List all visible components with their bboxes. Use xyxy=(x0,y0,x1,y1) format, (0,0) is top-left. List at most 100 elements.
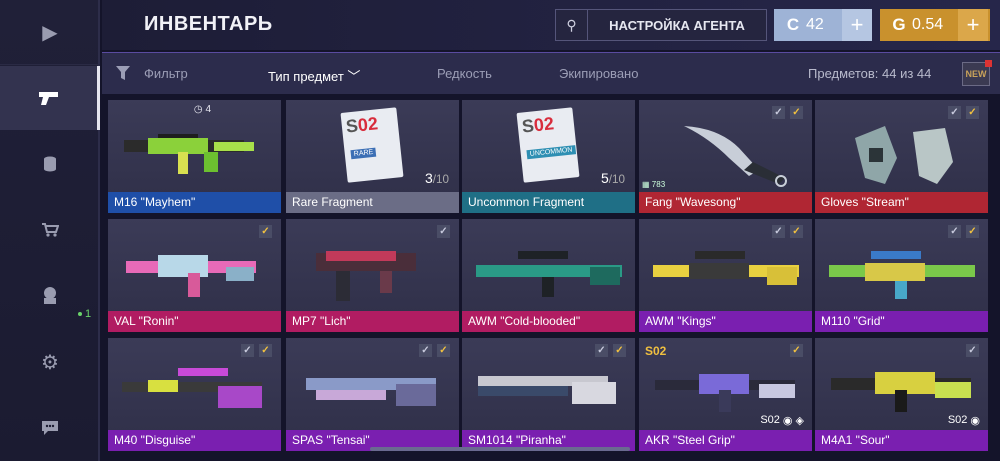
fragment-rarity-tag: RARE xyxy=(350,147,377,160)
weapon-image xyxy=(124,134,254,174)
item-card[interactable]: S02 UNCOMMON 5/10 Uncommon Fragment xyxy=(462,100,635,213)
item-name: Uncommon Fragment xyxy=(462,192,635,213)
chevron-down-icon: ﹀ xyxy=(347,69,361,84)
item-card[interactable]: ✓ ✓ SM1014 "Piranha" xyxy=(462,338,635,451)
weapon-image xyxy=(478,376,616,404)
gold-amount: 0.54 xyxy=(912,16,944,33)
sticker-s02: S02 xyxy=(760,414,780,426)
stat-icon: ▦ xyxy=(642,180,650,189)
fragment-season: S02 xyxy=(344,113,379,137)
item-card[interactable]: S02 ✓ S02 ◉ ◈ AKR "Steel Grip" xyxy=(639,338,812,451)
cart-icon xyxy=(42,223,59,237)
item-name: Rare Fragment xyxy=(286,192,459,213)
pistol-icon xyxy=(38,92,58,105)
sidebar-item-coins[interactable] xyxy=(0,132,100,196)
fragment-season: S02 xyxy=(520,113,555,137)
fragment-count: 3/10 xyxy=(424,170,449,186)
item-card[interactable]: ✓ ✓ AWM "Kings" xyxy=(639,219,812,332)
silver-coin-icon: C xyxy=(786,15,800,34)
item-card[interactable]: S02 RARE 3/10 Rare Fragment xyxy=(286,100,459,213)
item-card[interactable]: ✓ ✓ SPAS "Tensai" xyxy=(286,338,459,451)
fragment-count: 5/10 xyxy=(600,170,625,186)
filter-bar: Фильтр Тип предмет ﹀ Редкость Экипирован… xyxy=(102,52,1000,94)
item-card[interactable]: ✓ ✓ ▦ 783 Fang "Wavesong" xyxy=(639,100,812,213)
item-name: Gloves "Stream" xyxy=(815,192,988,213)
sticker-emblem-icon: ◈ xyxy=(795,415,804,427)
header: ИНВЕНТАРЬ ⚲ НАСТРОЙКА АГЕНТА C 42 + G 0.… xyxy=(102,0,1000,50)
fragment-rarity-tag: UNCOMMON xyxy=(526,145,576,160)
type-dropdown[interactable]: Тип предмет ﹀ xyxy=(268,66,360,85)
sticker-s02: S02 xyxy=(947,414,968,426)
coins-icon xyxy=(44,156,56,172)
agent-settings-icon: ⚲ xyxy=(556,10,588,40)
new-badge[interactable]: NEW xyxy=(962,60,992,86)
item-name: VAL "Ronin" xyxy=(108,311,281,332)
item-card[interactable]: ✓ ✓ Gloves "Stream" xyxy=(815,100,988,213)
sidebar-item-agent[interactable]: 1 xyxy=(0,264,100,328)
add-silver-button[interactable]: + xyxy=(842,9,872,41)
equipped-filter[interactable]: Экипировано xyxy=(559,66,638,81)
item-name: MP7 "Lich" xyxy=(286,311,459,332)
item-name: M110 "Grid" xyxy=(815,311,988,332)
weapon-image xyxy=(306,378,436,406)
item-card[interactable]: AWM "Cold-blooded" xyxy=(462,219,635,332)
item-name: AWM "Cold-blooded" xyxy=(462,311,635,332)
fragment-image: S02 UNCOMMON xyxy=(516,107,580,183)
rarity-filter[interactable]: Редкость xyxy=(437,66,492,81)
weapon-image xyxy=(122,368,262,408)
item-name: M40 "Disguise" xyxy=(108,430,281,451)
stickers: S02 ◉ xyxy=(948,414,980,427)
gold-currency: G 0.54 + xyxy=(880,9,990,41)
sidebar-item-settings[interactable]: ⚙ xyxy=(0,330,100,394)
agent-icon xyxy=(44,287,56,304)
sidebar-item-inventory[interactable] xyxy=(0,66,100,130)
item-name: M4A1 "Sour" xyxy=(815,430,988,451)
add-gold-button[interactable]: + xyxy=(958,9,988,41)
weapon-image xyxy=(476,251,622,297)
sticker-badge-icon: ◉ xyxy=(782,415,793,427)
type-dropdown-label: Тип предмет xyxy=(268,69,344,84)
item-card[interactable]: ✓ VAL "Ronin" xyxy=(108,219,281,332)
item-name: AKR "Steel Grip" xyxy=(639,430,812,451)
stat-tracker: ▦ 783 xyxy=(642,180,666,189)
gold-coin-icon: G xyxy=(892,15,906,34)
play-icon: ▶ xyxy=(42,21,58,44)
timer-value: 4 xyxy=(205,104,211,115)
agent-settings-label: НАСТРОЙКА АГЕНТА xyxy=(609,17,745,33)
item-card[interactable]: ✓ MP7 "Lich" xyxy=(286,219,459,332)
timer-icon: ◷ 4 xyxy=(193,104,211,115)
fragment-image: S02 RARE xyxy=(340,107,404,183)
sticker-badge-icon: ◉ xyxy=(970,415,980,427)
item-name: Fang "Wavesong" xyxy=(639,192,812,213)
silver-currency: C 42 + xyxy=(774,9,872,41)
item-name: AWM "Kings" xyxy=(639,311,812,332)
notification-badge: 1 xyxy=(78,308,91,320)
item-name: M16 "Mayhem" xyxy=(108,192,281,213)
item-card[interactable]: ✓ ✓ M110 "Grid" xyxy=(815,219,988,332)
sidebar: ▶ 1 ⚙ xyxy=(0,0,100,461)
gloves-image xyxy=(855,126,953,184)
silver-amount: 42 xyxy=(806,16,824,33)
stickers: S02 ◉ ◈ xyxy=(760,414,804,427)
sidebar-item-play[interactable]: ▶ xyxy=(0,0,100,64)
agent-settings-button[interactable]: ⚲ НАСТРОЙКА АГЕНТА xyxy=(555,9,767,41)
sidebar-item-shop[interactable] xyxy=(0,198,100,262)
item-card[interactable]: ◷ 4 M16 "Mayhem" xyxy=(108,100,281,213)
notification-dot xyxy=(985,60,992,67)
gear-icon: ⚙ xyxy=(41,351,59,374)
item-card[interactable]: ✓ S02 ◉ M4A1 "Sour" xyxy=(815,338,988,451)
chat-icon xyxy=(42,421,58,435)
new-badge-label: NEW xyxy=(965,69,987,79)
sidebar-item-chat[interactable] xyxy=(0,396,100,460)
knife-image xyxy=(684,126,787,187)
horizontal-scrollbar[interactable] xyxy=(370,447,630,451)
weapon-image xyxy=(829,251,975,299)
weapon-image xyxy=(653,251,799,285)
filter-button[interactable]: Фильтр xyxy=(144,66,188,81)
filter-icon[interactable] xyxy=(116,65,130,81)
divider xyxy=(0,64,100,65)
weapon-image xyxy=(316,251,416,301)
item-card[interactable]: ✓ ✓ M40 "Disguise" xyxy=(108,338,281,451)
page-title: ИНВЕНТАРЬ xyxy=(144,13,273,35)
item-count: Предметов: 44 из 44 xyxy=(808,66,932,81)
